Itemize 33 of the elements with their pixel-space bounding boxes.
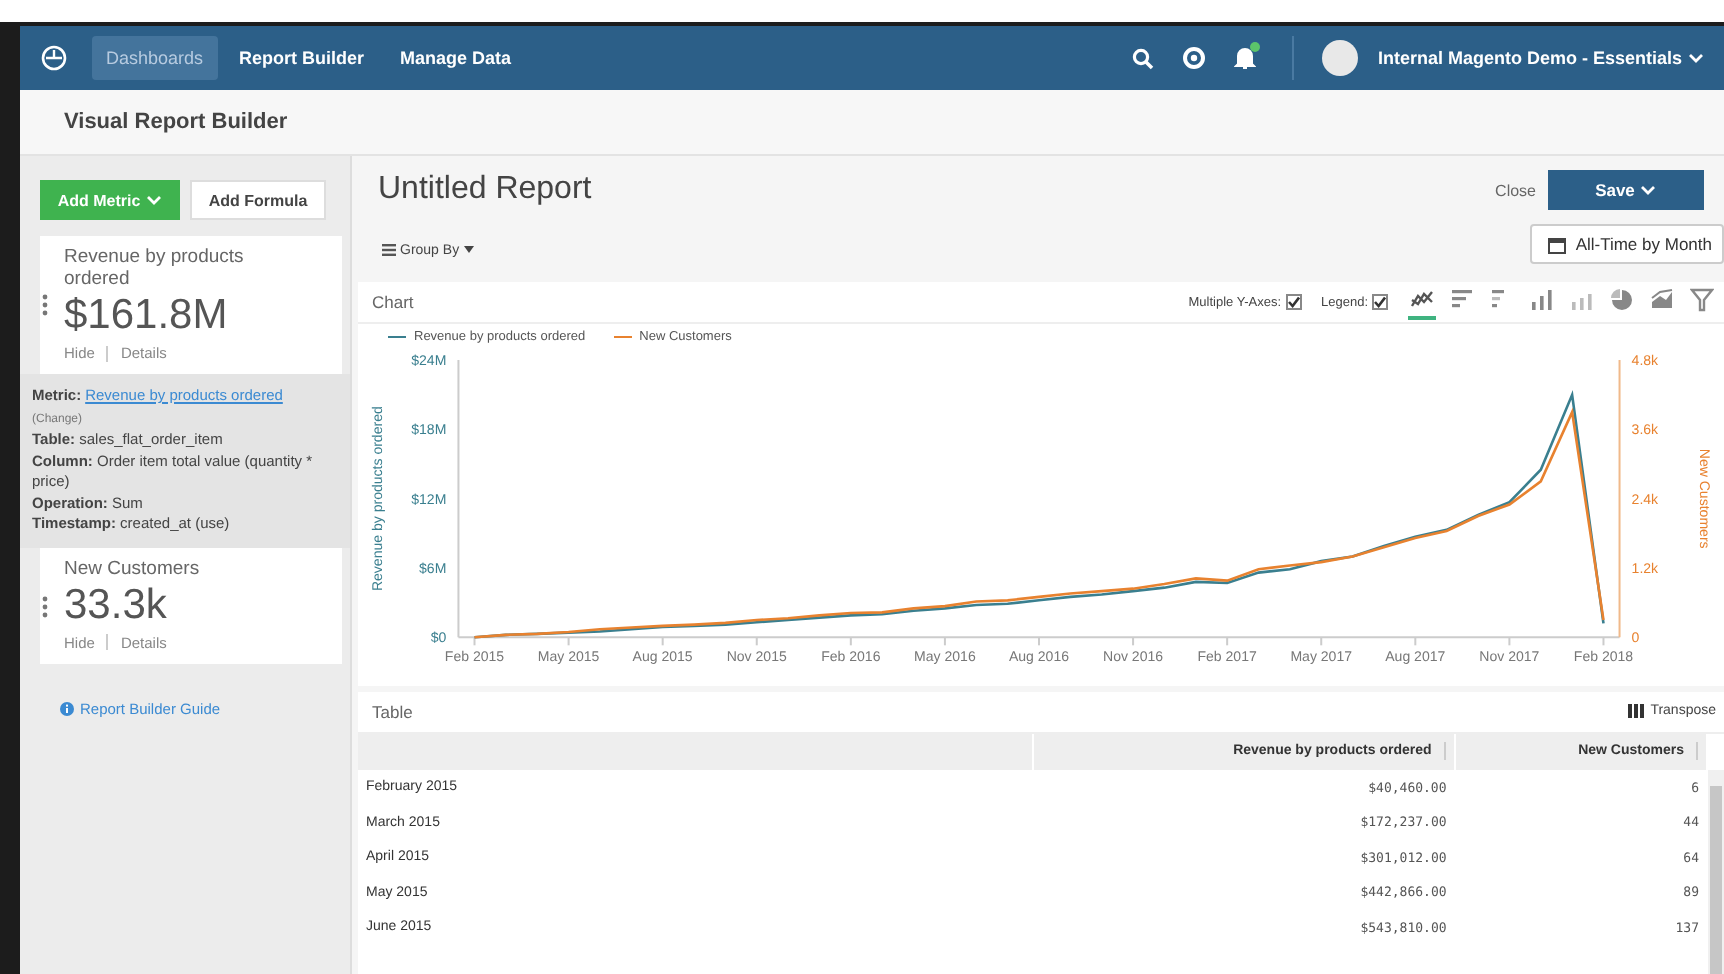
- report-title[interactable]: Untitled Report: [378, 172, 592, 208]
- checkbox[interactable]: [1285, 294, 1301, 310]
- nav-tab[interactable]: Report Builder: [225, 36, 379, 80]
- page-title: Visual Report Builder: [64, 110, 288, 134]
- caret-icon: [1688, 52, 1704, 64]
- panel-title: Table: [372, 701, 413, 722]
- save-button[interactable]: Save: [1548, 170, 1704, 210]
- metric-value: 33.3k: [64, 581, 169, 629]
- lifebuoy-icon[interactable]: [1181, 46, 1206, 70]
- metric-title: Revenue by products ordered: [64, 246, 246, 290]
- scrollbar[interactable]: [1708, 769, 1724, 974]
- bell-icon[interactable]: [1233, 46, 1256, 70]
- drag-handle-icon[interactable]: [42, 293, 48, 316]
- metric-title: New Customers: [64, 557, 202, 579]
- caret-icon: [463, 246, 474, 254]
- caret-icon: [1640, 184, 1657, 196]
- add-formula-button[interactable]: Add Formula: [190, 180, 326, 220]
- nav-tab[interactable]: Manage Data: [386, 36, 526, 80]
- avatar[interactable]: [1321, 40, 1358, 76]
- search-icon[interactable]: [1131, 47, 1154, 69]
- drag-handle-icon[interactable]: [42, 595, 48, 618]
- list-icon: [382, 244, 396, 256]
- checkbox[interactable]: [1372, 294, 1388, 310]
- close-link[interactable]: Close: [1495, 181, 1536, 199]
- logo-icon[interactable]: [40, 44, 68, 72]
- time-range-button[interactable]: All-Time by Month: [1529, 224, 1724, 264]
- panel-title: Chart: [372, 292, 414, 312]
- info-icon: [60, 701, 74, 715]
- calendar-icon: [1547, 235, 1566, 253]
- columns-icon: [1628, 704, 1645, 719]
- caret-icon: [146, 194, 163, 206]
- metric-value: $161.8M: [64, 292, 230, 340]
- user-menu[interactable]: Internal Magento Demo - Essentials: [1377, 48, 1704, 68]
